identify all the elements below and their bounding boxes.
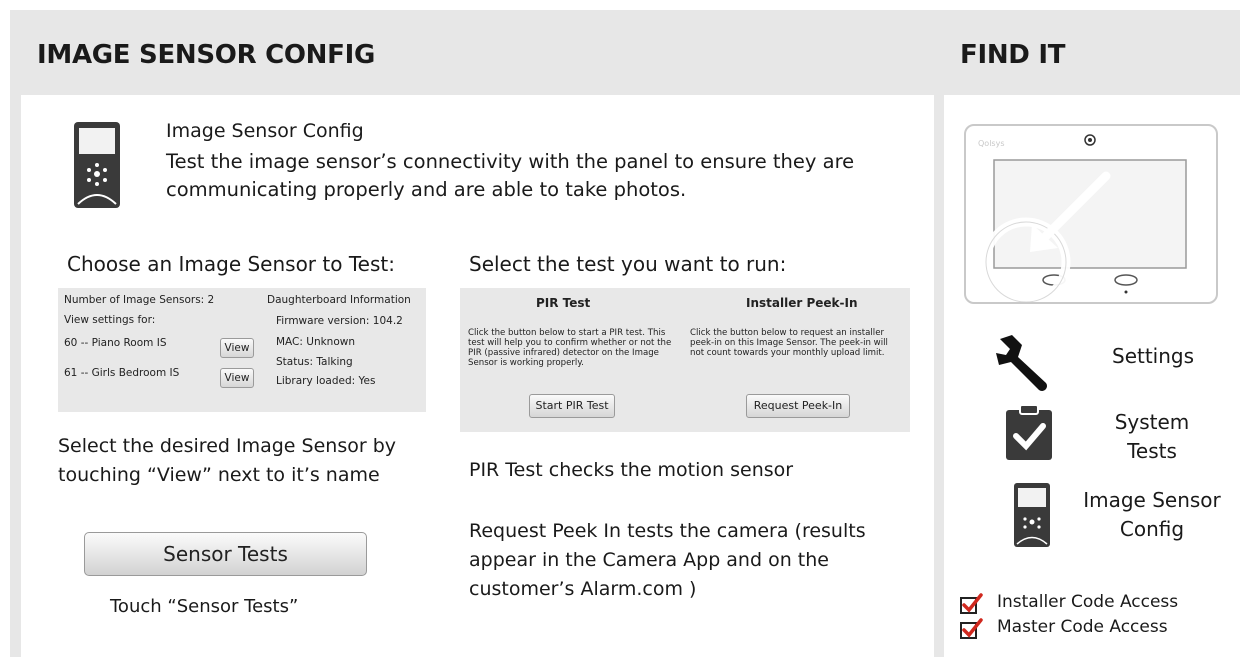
start-pir-test-button[interactable]: Start PIR Test <box>529 394 615 418</box>
image-sensor-nav-icon <box>1013 482 1051 552</box>
pir-test-description: Click the button below to start a PIR te… <box>468 328 672 368</box>
pir-test-title: PIR Test <box>536 296 591 310</box>
view-button[interactable]: View <box>220 368 254 388</box>
pir-note: PIR Test checks the motion sensor <box>469 459 794 481</box>
choose-instruction: Select the desired Image Sensor by touch… <box>58 435 397 486</box>
touch-hint: Touch “Sensor Tests” <box>110 596 299 617</box>
access-label: Master Code Access <box>997 617 1168 637</box>
peek-note: Request Peek In tests the camera (result… <box>469 520 866 600</box>
sensor-list-screenshot: Number of Image Sensors: 2 View settings… <box>58 288 426 412</box>
access-label: Installer Code Access <box>997 592 1179 612</box>
test-heading: Select the test you want to run: <box>469 252 787 276</box>
panel-device-image: Qolsys <box>964 124 1218 307</box>
choose-heading: Choose an Image Sensor to Test: <box>67 252 395 276</box>
nav-image-sensor-label: Image Sensor Config <box>1083 488 1221 541</box>
request-peek-in-button[interactable]: Request Peek-In <box>746 394 850 418</box>
test-selection-screenshot: PIR Test Click the button below to start… <box>460 288 910 432</box>
nav-settings-label: Settings <box>1112 344 1195 368</box>
sensor-name: 61 -- Girls Bedroom IS <box>64 367 180 379</box>
intro-title: Image Sensor Config <box>166 120 364 142</box>
find-it-title: FIND IT <box>960 40 1066 70</box>
daughterboard-title: Daughterboard Information <box>267 294 411 306</box>
image-sensor-icon <box>72 120 122 210</box>
peek-in-title: Installer Peek-In <box>746 296 858 310</box>
page-title: IMAGE SENSOR CONFIG <box>37 40 375 70</box>
peek-in-description: Click the button below to request an ins… <box>690 328 888 358</box>
view-button[interactable]: View <box>220 338 254 358</box>
sensor-name: 60 -- Piano Room IS <box>64 337 167 349</box>
status-text: Status: Talking <box>276 356 353 368</box>
view-settings-label: View settings for: <box>64 314 156 326</box>
intro-description: Test the image sensor’s connectivity wit… <box>166 150 855 201</box>
checkbox-checked-icon <box>960 593 983 614</box>
sensor-tests-button[interactable]: Sensor Tests <box>84 532 367 576</box>
wrench-icon <box>994 331 1056 397</box>
clipboard-check-icon <box>1004 404 1054 466</box>
svg-text:Qolsys: Qolsys <box>978 139 1004 148</box>
firmware-version: Firmware version: 104.2 <box>276 315 403 327</box>
nav-system-tests-label: System Tests <box>1114 410 1190 463</box>
library-loaded: Library loaded: Yes <box>276 375 376 387</box>
checkbox-checked-icon <box>960 618 983 639</box>
mac-address: MAC: Unknown <box>276 336 356 348</box>
sensor-count: Number of Image Sensors: 2 <box>64 294 215 306</box>
